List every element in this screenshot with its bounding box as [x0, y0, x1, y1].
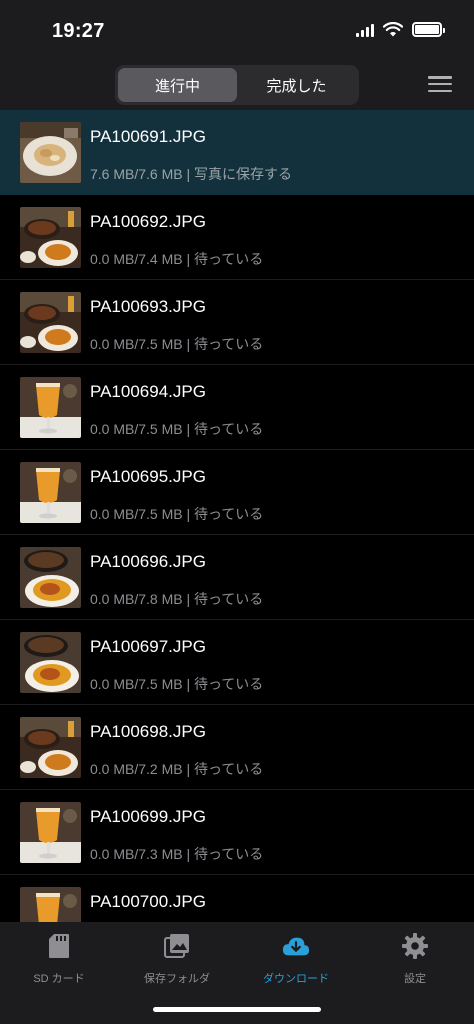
tab-download[interactable]: ダウンロード: [237, 932, 355, 992]
download-row[interactable]: PA100695.JPG 0.0 MB/7.5 MB | 待っている: [0, 450, 474, 535]
file-progress-status: 7.6 MB/7.6 MB | 写真に保存する: [90, 166, 293, 182]
file-name: PA100699.JPG: [90, 807, 206, 826]
photo-thumbnail: [20, 717, 81, 778]
file-progress-status: 0.0 MB/7.8 MB | 待っている: [90, 591, 264, 607]
file-progress-status: 0.0 MB/7.2 MB | 待っている: [90, 761, 264, 777]
download-row[interactable]: PA100692.JPG 0.0 MB/7.4 MB | 待っている: [0, 195, 474, 280]
file-name: PA100700.JPG: [90, 892, 206, 911]
status-icons: [356, 22, 445, 37]
download-row[interactable]: PA100691.JPG 7.6 MB/7.6 MB | 写真に保存する: [0, 110, 474, 195]
tab-saved-folder[interactable]: 保存フォルダ: [118, 932, 236, 992]
download-row[interactable]: PA100699.JPG 0.0 MB/7.3 MB | 待っている: [0, 790, 474, 875]
photo-thumbnail: [20, 547, 81, 608]
file-name: PA100691.JPG: [90, 127, 206, 146]
download-list[interactable]: PA100691.JPG 7.6 MB/7.6 MB | 写真に保存する PA100…: [0, 110, 474, 922]
file-name: PA100692.JPG: [90, 212, 206, 231]
file-name: PA100696.JPG: [90, 552, 206, 571]
file-name: PA100693.JPG: [90, 297, 206, 316]
sd-card-icon: [45, 932, 73, 960]
photo-thumbnail: [20, 802, 81, 863]
download-row[interactable]: PA100698.JPG 0.0 MB/7.2 MB | 待っている: [0, 705, 474, 790]
tab-sd-card[interactable]: SD カード: [0, 932, 118, 992]
photo-library-icon: [163, 932, 191, 960]
tab-label: ダウンロード: [263, 973, 329, 985]
file-progress-status: 0.0 MB/7.3 MB | 待っている: [90, 846, 264, 862]
photo-thumbnail: [20, 462, 81, 523]
file-name: PA100695.JPG: [90, 467, 206, 486]
file-progress-status: 0.0 MB/7.5 MB | 待っている: [90, 336, 264, 352]
tab-label: 設定: [404, 973, 426, 985]
file-progress-status: 0.0 MB/7.5 MB | 待っている: [90, 506, 264, 522]
home-indicator: [153, 1007, 321, 1012]
file-progress-status: 0.0 MB/7.5 MB | 待っている: [90, 421, 264, 437]
file-progress-status: 0.0 MB/7.4 MB | 待っている: [90, 251, 264, 267]
cellular-signal-icon: [356, 23, 374, 37]
cloud-download-icon: [282, 932, 310, 960]
photo-thumbnail: [20, 632, 81, 693]
segmented-control: 進行中 完成した: [115, 65, 359, 105]
gear-icon: [401, 932, 429, 960]
download-row[interactable]: PA100694.JPG 0.0 MB/7.5 MB | 待っている: [0, 365, 474, 450]
tab-in-progress[interactable]: 進行中: [118, 68, 237, 102]
tab-label: 保存フォルダ: [144, 973, 210, 985]
wifi-icon: [383, 22, 403, 37]
download-row[interactable]: PA100693.JPG 0.0 MB/7.5 MB | 待っている: [0, 280, 474, 365]
file-name: PA100697.JPG: [90, 637, 206, 656]
tab-completed[interactable]: 完成した: [237, 68, 356, 102]
battery-icon: [412, 22, 445, 37]
status-bar: 19:27: [0, 0, 474, 62]
tab-settings[interactable]: 設定: [356, 932, 474, 992]
download-row[interactable]: PA100696.JPG 0.0 MB/7.8 MB | 待っている: [0, 535, 474, 620]
photo-thumbnail: [20, 377, 81, 438]
file-progress-status: 0.0 MB/7.5 MB | 待っている: [90, 676, 264, 692]
photo-thumbnail: [20, 887, 81, 922]
photo-thumbnail: [20, 292, 81, 353]
hamburger-menu-icon[interactable]: [428, 74, 452, 94]
photo-thumbnail: [20, 207, 81, 268]
photo-thumbnail: [20, 122, 81, 183]
download-row[interactable]: PA100700.JPG: [0, 875, 474, 922]
status-time: 19:27: [52, 20, 105, 42]
header: 進行中 完成した: [0, 62, 474, 110]
file-name: PA100694.JPG: [90, 382, 206, 401]
download-row[interactable]: PA100697.JPG 0.0 MB/7.5 MB | 待っている: [0, 620, 474, 705]
file-name: PA100698.JPG: [90, 722, 206, 741]
tab-label: SD カード: [33, 973, 85, 985]
